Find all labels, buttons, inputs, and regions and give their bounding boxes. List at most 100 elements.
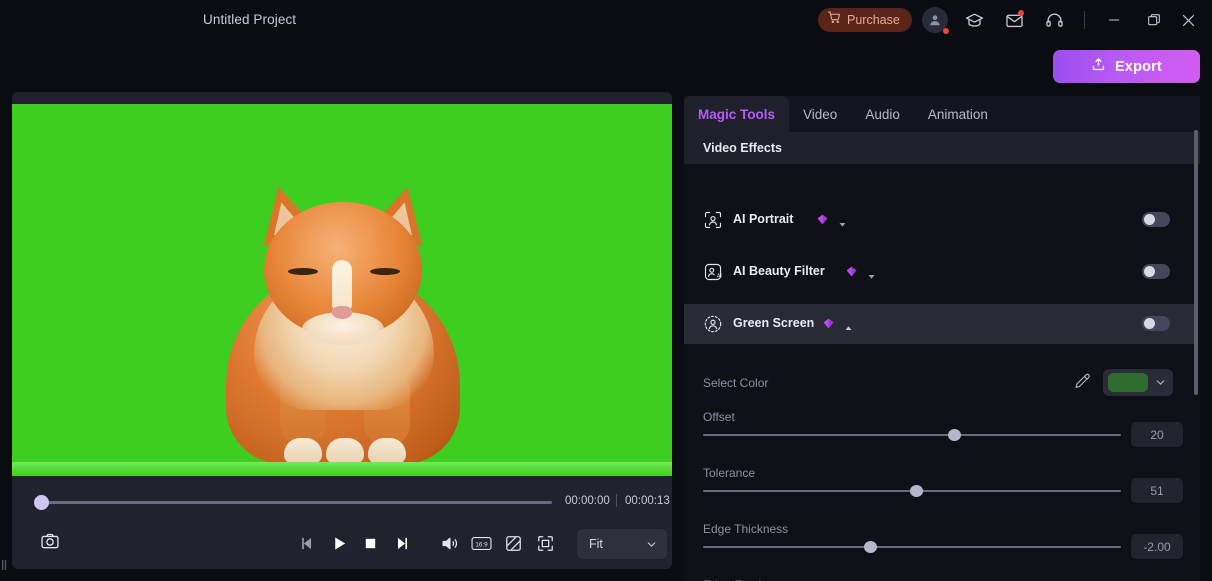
- effect-row-ai-beauty-filter[interactable]: AI AI Beauty Filter: [684, 252, 1194, 292]
- tab-magic-tools-label: Magic Tools: [698, 106, 776, 122]
- export-button[interactable]: Export: [1053, 50, 1200, 83]
- effect-toggle-ai-portrait[interactable]: [1142, 212, 1170, 227]
- time-divider: [616, 494, 617, 507]
- edge-thickness-slider-handle[interactable]: [864, 541, 878, 553]
- headset-icon: [1045, 13, 1063, 27]
- player-controls: 16:9 Fit: [12, 518, 672, 569]
- academy-button[interactable]: [962, 8, 986, 32]
- eyedropper-icon[interactable]: [1073, 373, 1090, 395]
- effect-row-green-screen[interactable]: Green Screen: [684, 304, 1194, 344]
- chevron-down-icon[interactable]: [838, 216, 847, 227]
- ai-beauty-filter-icon: AI: [703, 262, 723, 282]
- tolerance-slider-handle[interactable]: [910, 485, 924, 497]
- minimize-icon: [1108, 19, 1120, 21]
- offset-value[interactable]: 20: [1131, 422, 1183, 447]
- tab-magic-tools[interactable]: Magic Tools: [684, 96, 790, 132]
- purchase-label: Purchase: [847, 13, 900, 27]
- aspect-ratio-button[interactable]: 16:9: [468, 530, 494, 556]
- select-color-row: [684, 369, 1194, 396]
- ai-portrait-icon: [703, 210, 723, 230]
- cart-icon: [828, 11, 841, 29]
- tolerance-label: Tolerance: [703, 466, 756, 480]
- chevron-down-icon: [647, 541, 656, 547]
- tolerance-slider[interactable]: [703, 485, 1121, 497]
- chevron-down-icon[interactable]: [867, 268, 876, 279]
- section-title: Video Effects: [703, 141, 782, 155]
- maximize-button[interactable]: [1142, 8, 1166, 32]
- prev-frame-button[interactable]: [294, 530, 320, 556]
- properties-panel: Magic Tools Video Audio Animation Video …: [684, 96, 1200, 581]
- effects-scroll-area[interactable]: AI Portrait AI AI Beauty Filter Green Sc…: [684, 164, 1200, 581]
- purchase-button[interactable]: Purchase: [818, 8, 912, 32]
- zoom-level-dropdown[interactable]: Fit: [577, 529, 667, 559]
- support-button[interactable]: [1042, 8, 1066, 32]
- effect-name-green-screen: Green Screen: [733, 316, 815, 330]
- snapshot-button[interactable]: [40, 531, 60, 556]
- tolerance-value[interactable]: 51: [1131, 478, 1183, 503]
- offset-slider[interactable]: [703, 429, 1121, 441]
- seek-handle[interactable]: [34, 495, 49, 510]
- next-frame-button[interactable]: [388, 530, 414, 556]
- inbox-button[interactable]: [1002, 8, 1026, 32]
- close-button[interactable]: [1176, 8, 1200, 32]
- edge-thickness-slider[interactable]: [703, 541, 1121, 553]
- chevron-up-icon[interactable]: [844, 320, 853, 330]
- camera-icon: [41, 533, 59, 549]
- avatar-notification-dot: [943, 28, 949, 34]
- tab-animation[interactable]: Animation: [914, 96, 1002, 132]
- color-swatch: [1108, 373, 1148, 392]
- svg-text:16:9: 16:9: [475, 541, 488, 548]
- volume-icon: [442, 537, 457, 549]
- play-icon: [334, 536, 345, 550]
- preview-panel: 00:00:00 00:00:13 16:9 Fit: [12, 92, 672, 569]
- video-preview[interactable]: [12, 104, 672, 476]
- stop-button[interactable]: [357, 530, 383, 556]
- graduation-cap-icon: [965, 12, 983, 27]
- premium-diamond-icon: [845, 265, 858, 278]
- user-avatar[interactable]: [922, 7, 949, 34]
- upload-icon: [1091, 57, 1106, 77]
- play-button[interactable]: [326, 530, 352, 556]
- marker-icon: [505, 535, 521, 551]
- svg-text:AI: AI: [717, 273, 722, 279]
- previous-frame-icon: [301, 537, 311, 549]
- effect-name-ai-portrait: AI Portrait: [733, 212, 794, 226]
- total-time: 00:00:13: [625, 495, 670, 507]
- current-time: 00:00:00: [565, 495, 610, 507]
- seek-slider[interactable]: [40, 501, 552, 504]
- panel-scrollbar[interactable]: [1194, 130, 1198, 395]
- premium-diamond-icon: [816, 213, 829, 226]
- tab-audio[interactable]: Audio: [851, 96, 914, 132]
- offset-slider-handle[interactable]: [947, 429, 961, 441]
- effect-toggle-green-screen[interactable]: [1142, 316, 1170, 331]
- tab-video[interactable]: Video: [789, 96, 851, 132]
- volume-button[interactable]: [436, 530, 462, 556]
- color-picker[interactable]: [1103, 369, 1173, 396]
- marker-button[interactable]: [500, 530, 526, 556]
- chevron-down-icon: [1156, 380, 1165, 385]
- effect-row-ai-portrait[interactable]: AI Portrait: [684, 200, 1194, 240]
- fullscreen-button[interactable]: [532, 530, 558, 556]
- fullscreen-icon: [537, 535, 553, 551]
- resize-grip-icon[interactable]: [2, 557, 7, 570]
- tab-animation-label: Animation: [927, 106, 988, 122]
- edge-thickness-value[interactable]: -2.00: [1131, 534, 1183, 559]
- section-header: Video Effects: [684, 132, 1200, 164]
- offset-label: Offset: [703, 410, 735, 424]
- effect-toggle-ai-beauty-filter[interactable]: [1142, 264, 1170, 279]
- preview-subject-cat: [198, 164, 488, 464]
- edge-thickness-label: Edge Thickness: [703, 522, 789, 536]
- seekbar-row: 00:00:00 00:00:13: [12, 488, 672, 518]
- premium-diamond-icon: [822, 317, 835, 330]
- page-title: Untitled Project: [203, 12, 297, 27]
- tab-video-label: Video: [803, 106, 838, 122]
- effect-name-ai-beauty-filter: AI Beauty Filter: [733, 264, 825, 278]
- minimize-button[interactable]: [1102, 8, 1126, 32]
- export-label: Export: [1114, 58, 1163, 75]
- title-bar: Untitled Project Purchase: [0, 0, 1212, 40]
- next-frame-icon: [397, 537, 407, 549]
- tab-audio-label: Audio: [865, 106, 900, 122]
- preview-ledge: [12, 462, 672, 476]
- video-editor-window: Untitled Project Purchase Export 00:00:0…: [0, 0, 1212, 581]
- titlebar-divider: [1084, 11, 1085, 29]
